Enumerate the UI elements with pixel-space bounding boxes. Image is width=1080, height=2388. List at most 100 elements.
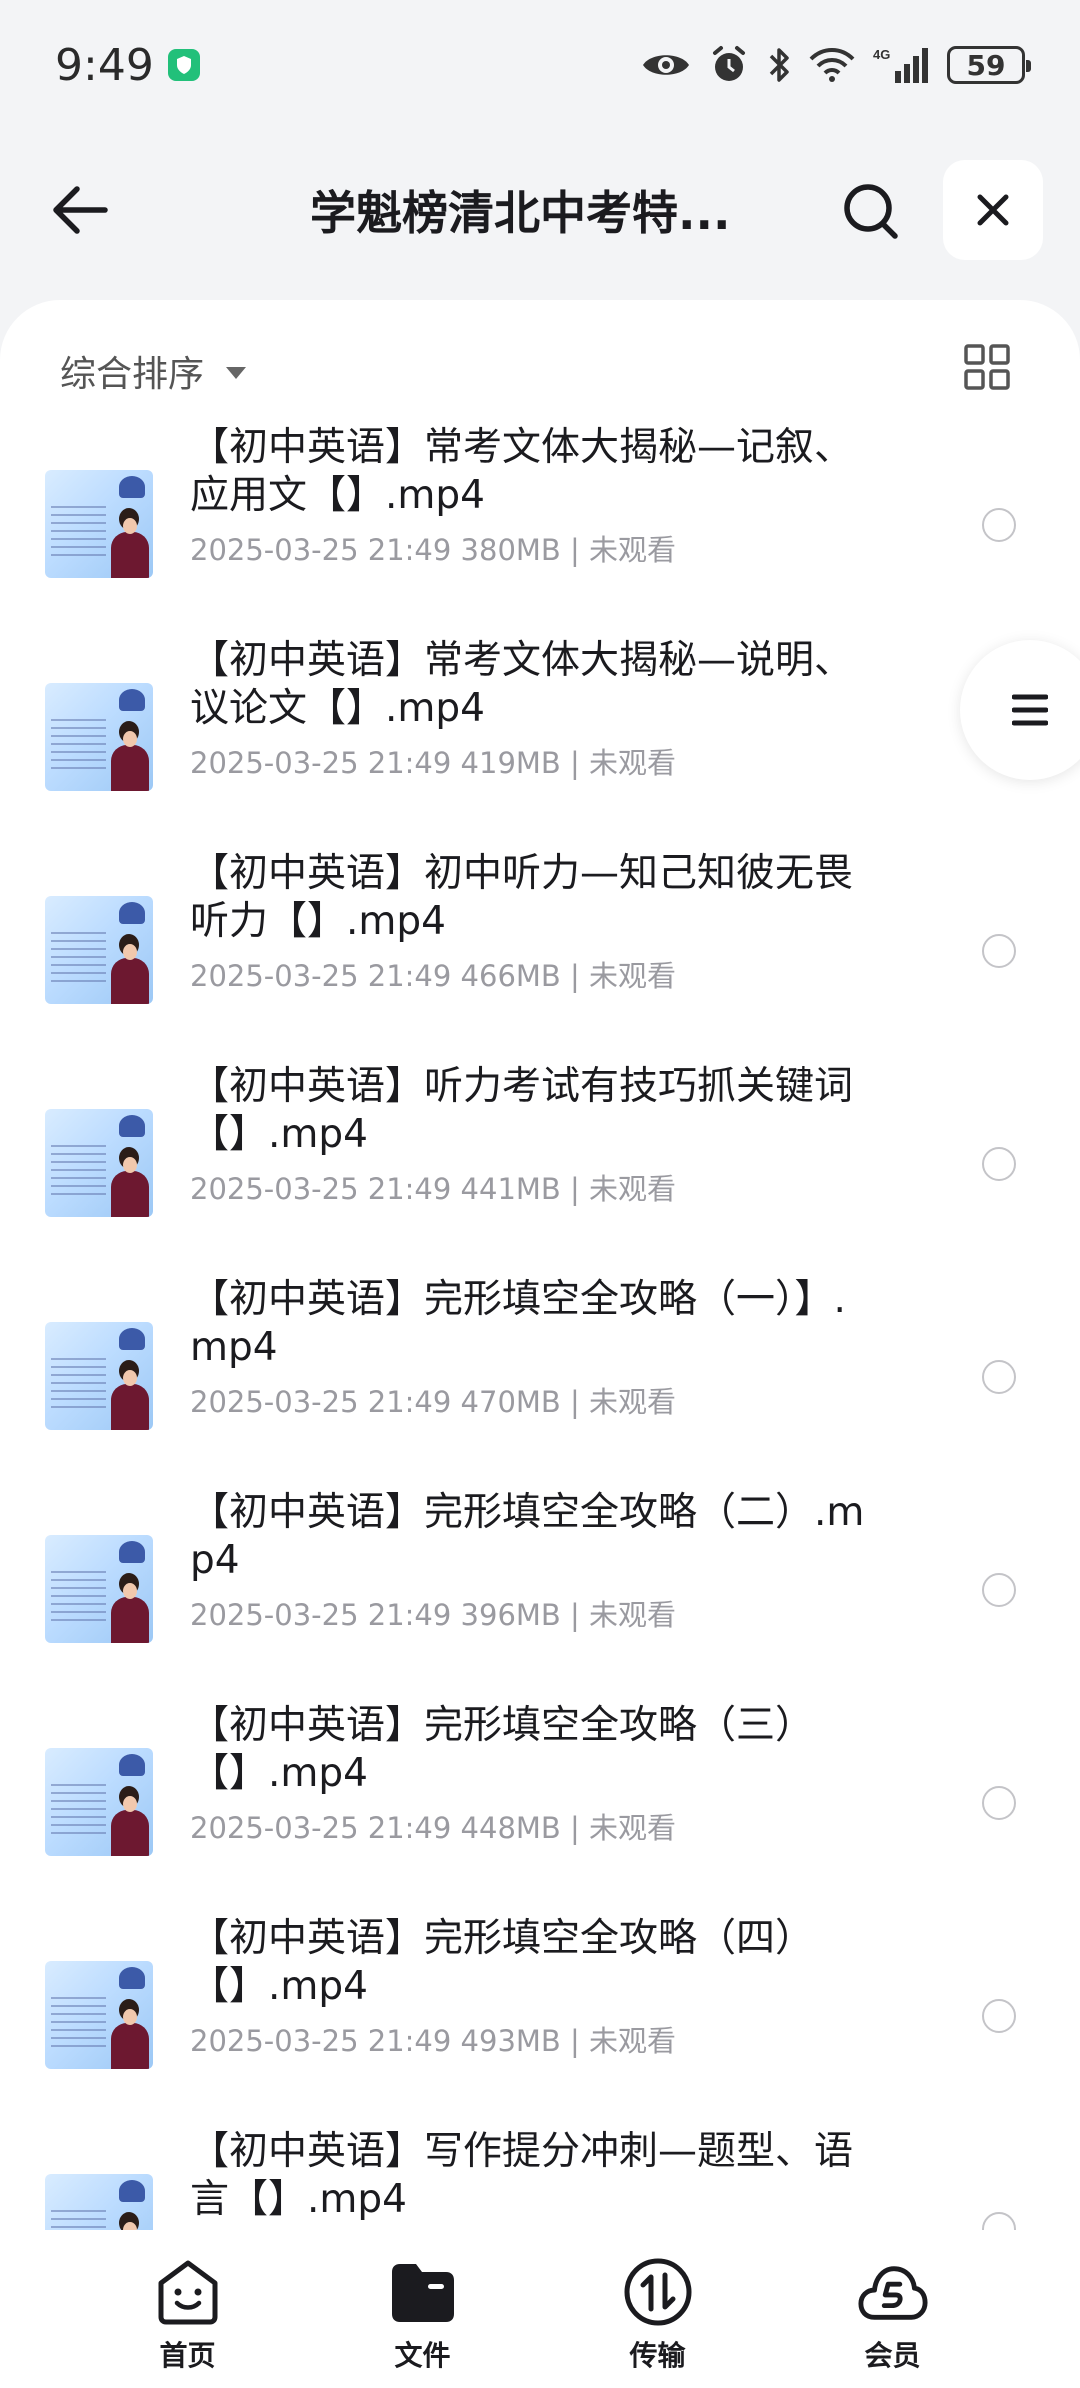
file-row[interactable]: 【初中英语】写作提分冲刺—题型、语言【】.mp4 bbox=[0, 2114, 1080, 2230]
video-thumbnail[interactable] bbox=[45, 1109, 153, 1217]
caret-down-icon bbox=[226, 367, 247, 379]
video-thumbnail[interactable] bbox=[45, 470, 153, 578]
file-row[interactable]: 【初中英语】常考文体大揭秘—说明、议论文【】.mp4 2025-03-25 21:… bbox=[0, 623, 1080, 836]
meta-divider: | bbox=[560, 1385, 590, 1419]
bottom-nav: 首页 文件 传输 会员 bbox=[0, 2230, 1080, 2388]
select-radio[interactable] bbox=[982, 934, 1016, 968]
search-button[interactable] bbox=[833, 173, 909, 249]
back-button[interactable] bbox=[40, 170, 120, 250]
file-list: 【初中英语】常考文体大揭秘—记叙、应用文【】.mp4 2025-03-25 21:… bbox=[0, 410, 1080, 2230]
watch-status: 未观看 bbox=[589, 1811, 677, 1845]
search-icon bbox=[844, 184, 898, 239]
file-row[interactable]: 【初中英语】初中听力—知己知彼无畏听力【】.mp4 2025-03-25 21:4… bbox=[0, 836, 1080, 1049]
video-thumbnail[interactable] bbox=[45, 683, 153, 791]
file-size: 441MB bbox=[460, 1172, 561, 1206]
file-date: 2025-03-25 21:49 bbox=[190, 1385, 452, 1419]
file-row[interactable]: 【初中英语】完形填空全攻略（四）【】.mp4 2025-03-25 21:49 4… bbox=[0, 1901, 1080, 2114]
status-time: 9:49 bbox=[55, 39, 154, 91]
sort-label: 综合排序 bbox=[60, 354, 205, 395]
folder-icon bbox=[387, 2256, 459, 2328]
watch-status: 未观看 bbox=[589, 533, 677, 567]
watch-status: 未观看 bbox=[589, 1598, 677, 1632]
file-size: 419MB bbox=[460, 746, 561, 780]
file-row[interactable]: 【初中英语】完形填空全攻略（二）.mp4 2025-03-25 21:49 396… bbox=[0, 1475, 1080, 1688]
watch-status: 未观看 bbox=[589, 1172, 677, 1206]
video-thumbnail[interactable] bbox=[45, 1535, 153, 1643]
meta-divider: | bbox=[560, 959, 590, 993]
status-icons: 4G 59 bbox=[641, 45, 1031, 85]
page-title: 学魁榜清北中考特... bbox=[310, 186, 731, 240]
meta-divider: | bbox=[560, 746, 590, 780]
select-radio[interactable] bbox=[982, 1786, 1016, 1820]
video-thumbnail[interactable] bbox=[45, 1322, 153, 1430]
nav-transfer[interactable]: 传输 bbox=[578, 2256, 738, 2388]
file-row[interactable]: 【初中英语】完形填空全攻略（三）【】.mp4 2025-03-25 21:49 4… bbox=[0, 1688, 1080, 1901]
nav-label: 文件 bbox=[394, 2339, 451, 2372]
sort-dropdown[interactable]: 综合排序 bbox=[60, 345, 247, 397]
select-radio[interactable] bbox=[982, 2212, 1016, 2230]
file-date: 2025-03-25 21:49 bbox=[190, 959, 452, 993]
video-thumbnail[interactable] bbox=[45, 1961, 153, 2069]
select-radio[interactable] bbox=[982, 508, 1016, 542]
file-name: 【初中英语】完形填空全攻略（二）.mp4 bbox=[190, 1490, 865, 1583]
eye-icon bbox=[643, 55, 689, 75]
file-date: 2025-03-25 21:49 bbox=[190, 533, 452, 567]
meta-divider: | bbox=[560, 1172, 590, 1206]
select-radio[interactable] bbox=[982, 1573, 1016, 1607]
file-name: 【初中英语】完形填空全攻略（一）】.mp4 bbox=[190, 1277, 846, 1370]
file-date: 2025-03-25 21:49 bbox=[190, 1172, 452, 1206]
grid-view-button[interactable] bbox=[964, 344, 1010, 390]
battery-indicator: 59 bbox=[947, 46, 1031, 84]
grid-view-icon bbox=[964, 344, 1010, 390]
select-radio[interactable] bbox=[982, 1360, 1016, 1394]
file-name: 【初中英语】完形填空全攻略（四）【】.mp4 bbox=[190, 1916, 815, 2009]
wifi-icon bbox=[809, 48, 855, 82]
file-meta: 2025-03-25 21:49 419MB | 未观看 bbox=[190, 740, 676, 782]
transfer-icon bbox=[622, 2256, 694, 2328]
nav-files[interactable]: 文件 bbox=[343, 2256, 503, 2388]
file-meta: 2025-03-25 21:49 396MB | 未观看 bbox=[190, 1592, 676, 1634]
select-radio[interactable] bbox=[982, 1999, 1016, 2033]
file-size: 493MB bbox=[460, 2024, 561, 2058]
file-date: 2025-03-25 21:49 bbox=[190, 1811, 452, 1845]
file-row[interactable]: 【初中英语】完形填空全攻略（一）】.mp4 2025-03-25 21:49 47… bbox=[0, 1262, 1080, 1475]
bluetooth-icon bbox=[769, 48, 789, 82]
file-size: 448MB bbox=[460, 1811, 561, 1845]
signal-icon: 4G bbox=[873, 47, 928, 83]
file-meta: 2025-03-25 21:49 466MB | 未观看 bbox=[190, 953, 676, 995]
video-thumbnail[interactable] bbox=[45, 1748, 153, 1856]
close-button[interactable] bbox=[943, 160, 1043, 260]
file-row[interactable]: 【初中英语】常考文体大揭秘—记叙、应用文【】.mp4 2025-03-25 21:… bbox=[0, 410, 1080, 623]
file-meta: 2025-03-25 21:49 380MB | 未观看 bbox=[190, 527, 676, 569]
close-icon bbox=[977, 194, 1009, 226]
file-size: 396MB bbox=[460, 1598, 561, 1632]
file-meta: 2025-03-25 21:49 441MB | 未观看 bbox=[190, 1166, 676, 1208]
video-thumbnail[interactable] bbox=[45, 2174, 153, 2230]
file-row[interactable]: 【初中英语】听力考试有技巧抓关键词【】.mp4 2025-03-25 21:49 … bbox=[0, 1049, 1080, 1262]
file-meta: 2025-03-25 21:49 493MB | 未观看 bbox=[190, 2018, 676, 2060]
member-cloud-icon bbox=[857, 2256, 929, 2328]
arrow-left-icon bbox=[53, 186, 108, 234]
home-face-icon bbox=[152, 2256, 224, 2328]
nav-home[interactable]: 首页 bbox=[108, 2256, 268, 2388]
file-name: 【初中英语】完形填空全攻略（三）【】.mp4 bbox=[190, 1703, 815, 1796]
shield-icon bbox=[167, 49, 200, 81]
select-radio[interactable] bbox=[982, 1147, 1016, 1181]
meta-divider: | bbox=[560, 533, 590, 567]
file-meta: 2025-03-25 21:49 470MB | 未观看 bbox=[190, 1379, 676, 1421]
svg-text:4G: 4G bbox=[873, 47, 890, 62]
file-name: 【初中英语】写作提分冲刺—题型、语言【】.mp4 bbox=[190, 2129, 854, 2222]
file-size: 466MB bbox=[460, 959, 561, 993]
file-date: 2025-03-25 21:49 bbox=[190, 1598, 452, 1632]
header: 学魁榜清北中考特... bbox=[0, 155, 1080, 265]
watch-status: 未观看 bbox=[589, 2024, 677, 2058]
nav-member[interactable]: 会员 bbox=[813, 2256, 973, 2388]
file-panel: 综合排序 【初中英语】常考文体大揭秘—记叙、应用文【】.mp4 2025-03-2… bbox=[0, 300, 1080, 2230]
video-thumbnail[interactable] bbox=[45, 896, 153, 1004]
file-meta: 2025-03-25 21:49 448MB | 未观看 bbox=[190, 1805, 676, 1847]
meta-divider: | bbox=[560, 1598, 590, 1632]
nav-label: 首页 bbox=[159, 2339, 216, 2372]
watch-status: 未观看 bbox=[589, 959, 677, 993]
file-date: 2025-03-25 21:49 bbox=[190, 2024, 452, 2058]
nav-label: 传输 bbox=[629, 2339, 686, 2372]
